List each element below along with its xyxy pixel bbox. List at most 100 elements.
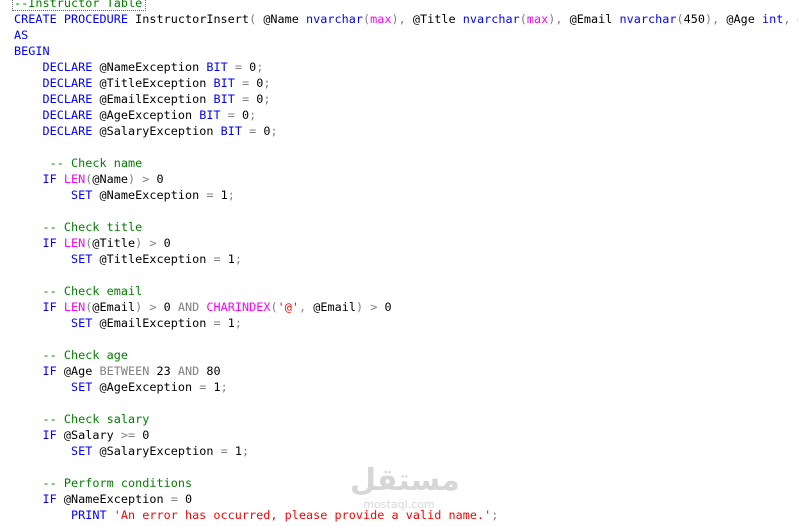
code-token: SET	[70, 316, 100, 330]
code-token: =	[199, 380, 214, 394]
code-line[interactable]: SET @TitleException = 1;	[14, 251, 242, 267]
code-token: max	[526, 12, 549, 26]
code-token: @AgeException	[99, 108, 200, 122]
code-token: nvarchar	[306, 12, 364, 26]
code-token: AS	[14, 28, 29, 42]
code-token: @AgeException	[99, 380, 200, 394]
code-line[interactable]: --Instructor Table	[14, 0, 142, 11]
code-token: ),	[704, 12, 727, 26]
code-token: =	[241, 92, 257, 106]
code-line[interactable]: CREATE PROCEDURE InstructorInsert( @Name…	[14, 11, 798, 27]
code-token: ;	[234, 316, 242, 330]
watermark: مستقل mostaql.com	[350, 464, 460, 516]
watermark-url: mostaql.com	[363, 498, 435, 511]
code-token: ;	[227, 188, 235, 202]
code-line[interactable]: -- Check email	[14, 283, 143, 299]
code-line[interactable]: DECLARE @AgeException BIT = 0;	[14, 107, 257, 123]
code-token: @Email	[92, 300, 136, 314]
code-token: ;	[249, 108, 257, 122]
code-token: ;	[241, 444, 250, 458]
code-token: IF	[42, 300, 64, 314]
code-token: @EmailException	[99, 92, 214, 106]
code-line[interactable]: AS	[14, 27, 28, 43]
code-line[interactable]: SET @SalaryException = 1;	[14, 443, 249, 459]
code-token: =	[241, 76, 257, 90]
code-token: ;	[263, 76, 271, 90]
code-editor[interactable]: --Instructor Table CREATE PROCEDURE Instr…	[0, 0, 798, 526]
code-line[interactable]: SET @NameException = 1;	[14, 187, 235, 203]
code-line[interactable]: IF LEN(@Email) > 0 AND CHARINDEX('@', @E…	[14, 299, 392, 315]
code-line[interactable]: BEGIN	[14, 43, 50, 59]
code-token: PRINT	[70, 508, 114, 522]
code-line[interactable]: DECLARE @NameException BIT = 0;	[14, 59, 264, 75]
code-token: AND	[177, 300, 207, 314]
code-token: ),	[391, 12, 413, 26]
code-token: ;	[234, 252, 242, 266]
code-line[interactable]: IF @NameException = 0	[14, 491, 193, 507]
code-token: @NameException	[99, 60, 207, 74]
code-token: 0	[241, 108, 250, 122]
code-line[interactable]: SET @EmailException = 1;	[14, 315, 242, 331]
code-token: (	[676, 12, 684, 26]
code-token: LEN	[63, 236, 86, 250]
code-token: ,	[783, 12, 798, 26]
code-line[interactable]: DECLARE @SalaryException BIT = 0;	[14, 123, 278, 139]
code-token: max	[370, 12, 392, 26]
code-token: @Title	[92, 236, 136, 250]
code-token: @Name	[92, 172, 128, 186]
code-token: -- Check name	[49, 156, 143, 170]
code-line[interactable]: -- Check title	[14, 219, 143, 235]
code-line[interactable]: SET @AgeException = 1;	[14, 379, 228, 395]
code-token: 1	[220, 188, 228, 202]
code-line[interactable]: IF LEN(@Title) > 0	[14, 235, 171, 251]
code-token: -- Check title	[42, 220, 143, 234]
code-token: DECLARE	[42, 92, 100, 106]
code-token: ) >	[128, 172, 157, 186]
code-line[interactable]: -- Check salary	[14, 411, 150, 427]
code-token: BIT	[206, 60, 235, 74]
code-line[interactable]: DECLARE @TitleException BIT = 0;	[14, 75, 271, 91]
code-token: @Email	[569, 12, 620, 26]
code-token: ),	[548, 12, 570, 26]
code-token: ) >	[135, 300, 164, 314]
code-token: @Title	[412, 12, 463, 26]
code-line[interactable]: IF @Salary >= 0	[14, 427, 150, 443]
code-line[interactable]: IF LEN(@Name) > 0	[14, 171, 164, 187]
code-token: BETWEEN	[99, 364, 157, 378]
code-token: =	[227, 108, 242, 122]
code-token: ,	[298, 300, 314, 314]
code-token: =	[213, 252, 228, 266]
code-token: 23	[156, 364, 178, 378]
code-token: BIT	[199, 108, 228, 122]
code-token: IF	[42, 428, 64, 442]
code-line[interactable]: -- Check name	[14, 155, 143, 171]
code-token: BIT	[220, 124, 250, 138]
code-token: >=	[120, 428, 143, 442]
code-token: =	[213, 316, 228, 330]
code-line[interactable]: -- Check age	[14, 347, 128, 363]
code-token: IF	[42, 492, 64, 506]
code-token: 0	[384, 300, 392, 314]
code-token: =	[249, 124, 264, 138]
code-token: AND	[177, 364, 207, 378]
code-line[interactable]: -- Perform conditions	[14, 475, 193, 491]
code-token: BIT	[213, 76, 242, 90]
code-token: @Age	[726, 12, 762, 26]
code-line[interactable]: DECLARE @EmailException BIT = 0;	[14, 91, 271, 107]
code-token: SET	[70, 380, 100, 394]
code-token: --Instructor Table	[14, 0, 143, 10]
code-line[interactable]: IF @Age BETWEEN 23 AND 80	[14, 363, 221, 379]
